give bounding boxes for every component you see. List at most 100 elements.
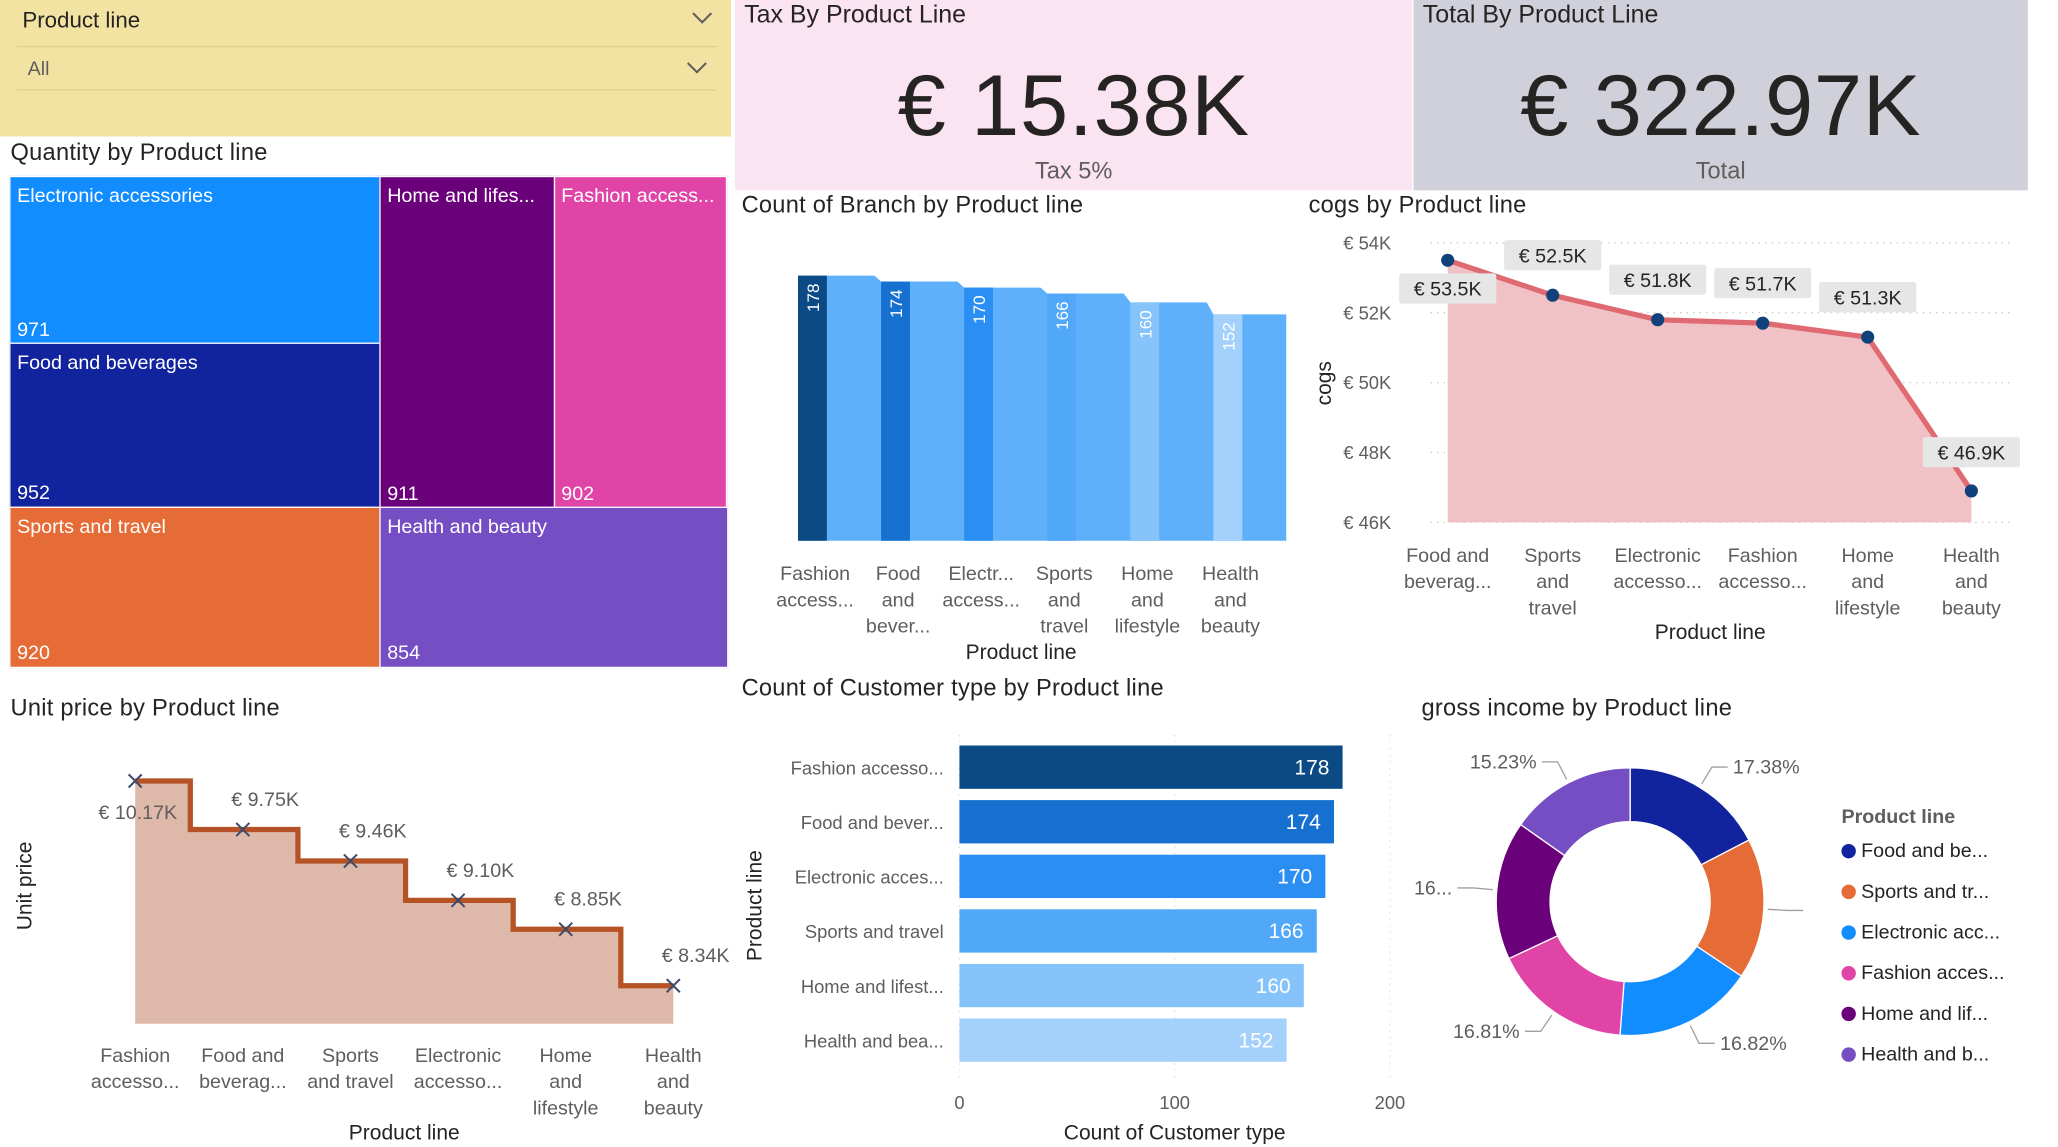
- bar-value-label: 160: [1256, 975, 1291, 998]
- x-tick-label: Sports and travel: [307, 1045, 393, 1093]
- treemap-tile[interactable]: Health and beauty 854: [379, 506, 728, 668]
- legend-item[interactable]: Health and b...: [1841, 1043, 1990, 1066]
- legend-marker: [1841, 1006, 1856, 1022]
- cogs-marker: [1964, 484, 1978, 498]
- y-tick-label: Electronic acces...: [795, 867, 944, 888]
- y-axis-title: Unit price: [14, 842, 37, 931]
- legend-item[interactable]: Food and be...: [1841, 840, 1988, 862]
- treemap-tile[interactable]: Sports and travel 920: [9, 506, 382, 668]
- x-tick-label: Food and beverag...: [199, 1045, 287, 1093]
- legend-item[interactable]: Fashion acces...: [1841, 962, 2004, 984]
- branch-bar: [798, 275, 827, 541]
- donut-legend: Food and be... Sports and tr... Electronic…: [1841, 840, 2051, 1103]
- customer-type-bar-chart[interactable]: 0 100 200 178 Fashion accesso... 174 Food and …: [735, 709, 1418, 1147]
- legend-marker: [1841, 843, 1856, 859]
- legend-label: Health and b...: [1861, 1043, 1990, 1066]
- leader-line: [1524, 1014, 1553, 1032]
- treemap-tile-label: Sports and travel: [17, 515, 166, 539]
- bar-value-label: 170: [1277, 866, 1312, 889]
- x-tick-label: 0: [954, 1092, 964, 1113]
- treemap-tile[interactable]: Fashion access... 902: [553, 175, 728, 509]
- tax-kpi-card: Tax By Product Line € 15.38K Tax 5%: [735, 0, 1413, 191]
- cogs-area-chart[interactable]: € 46K € 48K € 50K € 52K € 54K € 53.5K Food and…: [1299, 223, 2034, 656]
- x-tick-label: Fashion access...: [776, 563, 854, 611]
- y-tick-label: Sports and travel: [805, 921, 944, 942]
- customer-type-bar: [959, 745, 1343, 789]
- legend-item[interactable]: Home and lif...: [1841, 1003, 1988, 1025]
- x-tick-label: Health and beauty: [1201, 563, 1260, 638]
- legend-item[interactable]: Sports and tr...: [1841, 881, 1989, 903]
- treemap-tile[interactable]: Home and lifes... 911: [379, 175, 556, 509]
- x-tick-label: Home and lifestyle: [1115, 563, 1181, 638]
- data-label: € 51.7K: [1729, 273, 1797, 295]
- legend-marker: [1841, 925, 1856, 940]
- total-kpi-card: Total By Product Line € 322.97K Total: [1413, 0, 2028, 191]
- y-tick-label: Health and bea...: [804, 1030, 944, 1051]
- data-label: € 52.5K: [1519, 245, 1587, 267]
- x-tick-label: Home and lifestyle: [533, 1045, 599, 1120]
- chevron-down-icon[interactable]: [685, 58, 709, 76]
- y-tick-label: Fashion accesso...: [791, 757, 944, 778]
- gross-income-donut-chart[interactable]: 17.38%17...16.82%16.81%16...15.23%: [1414, 735, 1808, 1129]
- x-tick-label: Food and bever...: [866, 563, 931, 638]
- x-tick-label: Health and beauty: [644, 1045, 703, 1120]
- bar-value-label: 152: [1238, 1029, 1273, 1052]
- legend-marker: [1841, 1047, 1856, 1062]
- quantity-treemap[interactable]: Electronic accessories 971 Food and bevera…: [9, 175, 728, 668]
- branch-band: [798, 275, 1287, 541]
- treemap-tile[interactable]: Food and beverages 952: [9, 342, 382, 509]
- data-label: € 8.34K: [662, 945, 730, 967]
- cogs-marker: [1861, 330, 1875, 344]
- product-line-slicer[interactable]: Product line All: [0, 0, 732, 137]
- cogs-marker: [1441, 253, 1455, 267]
- y-tick-label: Home and lifest...: [801, 976, 944, 997]
- slice-label: 15.23%: [1470, 751, 1537, 773]
- treemap-tile-value: 854: [387, 641, 421, 664]
- card-value: € 15.38K: [897, 56, 1250, 154]
- x-axis-title: Product line: [349, 1121, 460, 1144]
- branch-bar-chart[interactable]: 178 Fashion access... 174 Food and bever... 170…: [735, 223, 1287, 669]
- bar-value-label: 174: [887, 289, 906, 317]
- y-tick-label: € 50K: [1343, 372, 1392, 393]
- treemap-tile-value: 902: [561, 482, 595, 505]
- legend-marker: [1841, 966, 1856, 981]
- y-axis-title: Product line: [743, 850, 766, 961]
- card-label: Total: [1695, 157, 1746, 184]
- bar-value-label: 166: [1053, 301, 1072, 329]
- x-tick-label: Electr... access...: [942, 563, 1020, 611]
- data-label: € 9.75K: [231, 789, 299, 811]
- x-tick-label: Electronic accesso...: [1613, 545, 1702, 593]
- data-label: € 46.9K: [1937, 442, 2005, 464]
- slicer-label: Product line: [22, 7, 141, 33]
- chart-title: Count of Customer type by Product line: [741, 674, 1164, 701]
- treemap-tile-value: 971: [17, 318, 50, 341]
- legend-label: Electronic acc...: [1861, 921, 2001, 944]
- card-title: Total By Product Line: [1422, 1, 1659, 29]
- slicer-value: All: [27, 57, 50, 81]
- customer-type-bar: [959, 963, 1304, 1008]
- data-label: € 51.3K: [1834, 287, 1902, 309]
- treemap-tile-value: 952: [17, 482, 50, 505]
- y-tick-label: € 52K: [1343, 302, 1392, 323]
- dashboard: Product line All Tax By Product Line € 1…: [0, 0, 2058, 1147]
- bar-value-label: 178: [804, 284, 823, 312]
- chart-title: Quantity by Product line: [10, 139, 268, 166]
- unit-price-step-chart[interactable]: € 10.17K Fashion accesso... € 9.75K Food and…: [0, 728, 731, 1147]
- bar-value-label: 178: [1294, 756, 1329, 779]
- slicer-dropdown[interactable]: All: [17, 45, 717, 91]
- x-tick-label: Fashion accesso...: [91, 1045, 180, 1093]
- data-label: € 10.17K: [98, 802, 177, 824]
- bar-value-label: 166: [1269, 920, 1304, 943]
- branch-bar: [881, 281, 910, 541]
- legend-label: Sports and tr...: [1861, 880, 1990, 903]
- legend-item[interactable]: Electronic acc...: [1841, 921, 2001, 944]
- chevron-down-icon[interactable]: [690, 8, 714, 26]
- y-tick-label: € 54K: [1343, 232, 1392, 253]
- y-tick-label: € 46K: [1343, 512, 1392, 533]
- y-tick-label: € 48K: [1343, 442, 1392, 463]
- x-tick-label: Health and beauty: [1942, 545, 2001, 620]
- treemap-tile[interactable]: Electronic accessories 971: [9, 175, 382, 345]
- chart-title: cogs by Product line: [1308, 191, 1527, 218]
- chart-title: Unit price by Product line: [10, 694, 280, 721]
- legend-label: Home and lif...: [1861, 1002, 1989, 1026]
